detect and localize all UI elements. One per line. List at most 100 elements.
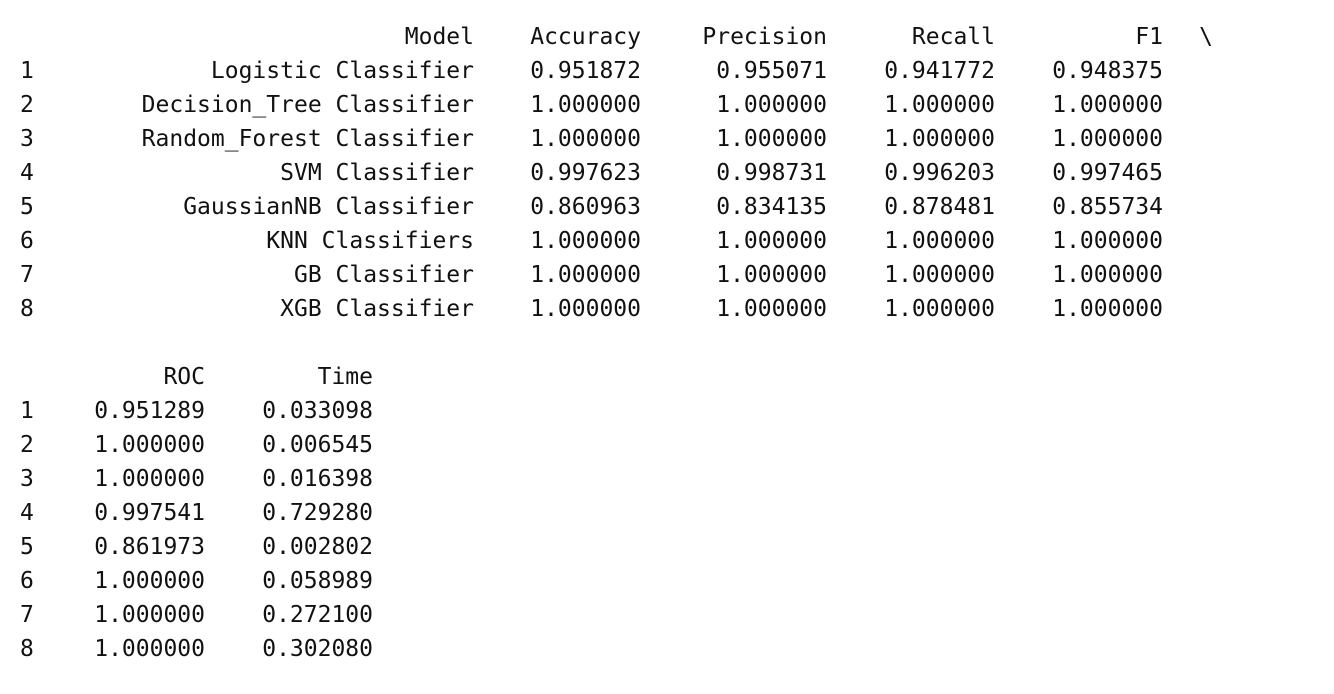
model-name-cell: XGB Classifier: [280, 296, 474, 322]
row-index: 4: [20, 160, 34, 186]
roc-cell: 0.951289: [94, 398, 205, 424]
index-header: [20, 20, 50, 54]
f1-column-header: F1: [1135, 24, 1163, 50]
row-index: 3: [20, 126, 34, 152]
precision-cell: 1.000000: [716, 228, 827, 254]
row-index: 1: [20, 398, 34, 424]
time-cell: 0.006545: [262, 432, 373, 458]
model-name-cell: KNN Classifiers: [266, 228, 474, 254]
accuracy-cell: 1.000000: [530, 92, 641, 118]
row-index: 2: [20, 432, 34, 458]
time-cell: 0.058989: [262, 568, 373, 594]
results-table-part-1: Model Accuracy Precision Recall F1 \ 1 L…: [20, 20, 1213, 326]
table-row: 5 0.861973 0.002802: [20, 530, 1213, 564]
accuracy-cell: 0.860963: [530, 194, 641, 220]
recall-cell: 0.878481: [884, 194, 995, 220]
roc-cell: 1.000000: [94, 432, 205, 458]
f1-cell: 1.000000: [1052, 126, 1163, 152]
accuracy-cell: 1.000000: [530, 262, 641, 288]
accuracy-column-header: Accuracy: [530, 24, 641, 50]
accuracy-cell: 1.000000: [530, 228, 641, 254]
table-row: 8 XGB Classifier 1.000000 1.000000 1.000…: [20, 292, 1213, 326]
dataframe-output: Model Accuracy Precision Recall F1 \ 1 L…: [20, 20, 1213, 666]
row-index: 8: [20, 296, 34, 322]
accuracy-cell: 0.951872: [530, 58, 641, 84]
roc-column-header: ROC: [163, 364, 205, 390]
row-index: 2: [20, 92, 34, 118]
precision-cell: 1.000000: [716, 92, 827, 118]
table-header-row: ROC Time: [20, 360, 1213, 394]
table-row: 1 Logistic Classifier 0.951872 0.955071 …: [20, 54, 1213, 88]
accuracy-cell: 1.000000: [530, 296, 641, 322]
f1-cell: 1.000000: [1052, 262, 1163, 288]
recall-cell: 1.000000: [884, 126, 995, 152]
row-index: 1: [20, 58, 34, 84]
row-index: 3: [20, 466, 34, 492]
recall-cell: 1.000000: [884, 262, 995, 288]
row-index: 7: [20, 262, 34, 288]
precision-cell: 1.000000: [716, 126, 827, 152]
table-row: 4 0.997541 0.729280: [20, 496, 1213, 530]
row-index: 7: [20, 602, 34, 628]
row-index: 4: [20, 500, 34, 526]
table-row: 5 GaussianNB Classifier 0.860963 0.83413…: [20, 190, 1213, 224]
time-cell: 0.016398: [262, 466, 373, 492]
row-index: 8: [20, 636, 34, 662]
f1-cell: 1.000000: [1052, 296, 1163, 322]
f1-cell: 0.997465: [1052, 160, 1163, 186]
row-index: 5: [20, 534, 34, 560]
recall-column-header: Recall: [911, 24, 995, 50]
model-name-cell: Logistic Classifier: [210, 58, 474, 84]
table-row: 7 1.000000 0.272100: [20, 598, 1213, 632]
recall-cell: 0.996203: [884, 160, 995, 186]
table-row: 6 1.000000 0.058989: [20, 564, 1213, 598]
model-name-cell: GB Classifier: [293, 262, 474, 288]
row-index: 5: [20, 194, 34, 220]
recall-cell: 0.941772: [884, 58, 995, 84]
time-column-header: Time: [317, 364, 373, 390]
time-cell: 0.002802: [262, 534, 373, 560]
f1-cell: 0.855734: [1052, 194, 1163, 220]
table-row: 8 1.000000 0.302080: [20, 632, 1213, 666]
recall-cell: 1.000000: [884, 92, 995, 118]
time-cell: 0.272100: [262, 602, 373, 628]
roc-cell: 1.000000: [94, 466, 205, 492]
accuracy-cell: 1.000000: [530, 126, 641, 152]
precision-cell: 0.955071: [716, 58, 827, 84]
row-index: 6: [20, 568, 34, 594]
model-column-header: Model: [404, 24, 474, 50]
precision-cell: 1.000000: [716, 296, 827, 322]
row-index: 6: [20, 228, 34, 254]
time-cell: 0.033098: [262, 398, 373, 424]
recall-cell: 1.000000: [884, 228, 995, 254]
table-row: 2 Decision_Tree Classifier 1.000000 1.00…: [20, 88, 1213, 122]
time-cell: 0.302080: [262, 636, 373, 662]
model-name-cell: SVM Classifier: [280, 160, 474, 186]
line-continuation-marker: \: [1199, 24, 1213, 50]
index-header: [20, 360, 50, 394]
roc-cell: 1.000000: [94, 602, 205, 628]
f1-cell: 0.948375: [1052, 58, 1163, 84]
table-row: 6 KNN Classifiers 1.000000 1.000000 1.00…: [20, 224, 1213, 258]
table-row: 3 1.000000 0.016398: [20, 462, 1213, 496]
table-row: 3 Random_Forest Classifier 1.000000 1.00…: [20, 122, 1213, 156]
time-cell: 0.729280: [262, 500, 373, 526]
model-name-cell: GaussianNB Classifier: [183, 194, 474, 220]
model-name-cell: Random_Forest Classifier: [141, 126, 474, 152]
precision-cell: 1.000000: [716, 262, 827, 288]
results-table-part-2: ROC Time 1 0.951289 0.033098 2 1.000000 …: [20, 360, 1213, 666]
table-row: 1 0.951289 0.033098: [20, 394, 1213, 428]
f1-cell: 1.000000: [1052, 228, 1163, 254]
table-row: 7 GB Classifier 1.000000 1.000000 1.0000…: [20, 258, 1213, 292]
precision-cell: 0.998731: [716, 160, 827, 186]
table-row: 4 SVM Classifier 0.997623 0.998731 0.996…: [20, 156, 1213, 190]
roc-cell: 0.997541: [94, 500, 205, 526]
recall-cell: 1.000000: [884, 296, 995, 322]
table-header-row: Model Accuracy Precision Recall F1 \: [20, 20, 1213, 54]
model-name-cell: Decision_Tree Classifier: [141, 92, 474, 118]
accuracy-cell: 0.997623: [530, 160, 641, 186]
precision-column-header: Precision: [702, 24, 827, 50]
table-row: 2 1.000000 0.006545: [20, 428, 1213, 462]
f1-cell: 1.000000: [1052, 92, 1163, 118]
precision-cell: 0.834135: [716, 194, 827, 220]
